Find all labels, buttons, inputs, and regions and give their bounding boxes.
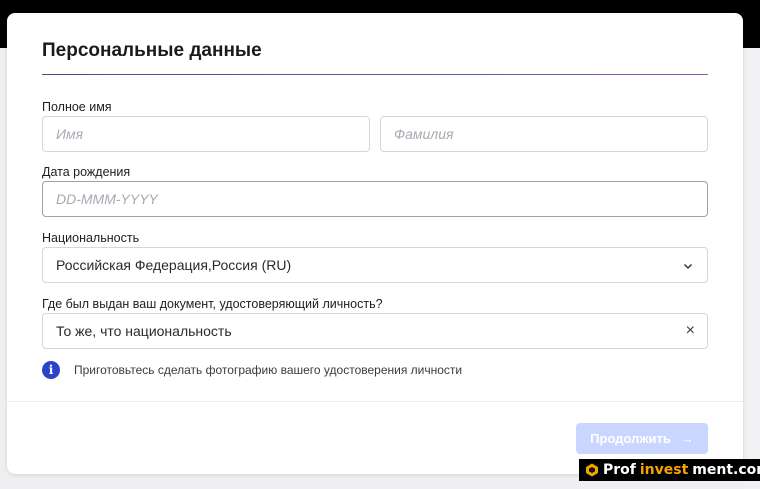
first-name-input[interactable]	[56, 126, 369, 142]
last-name-field[interactable]	[380, 116, 708, 152]
watermark-accent: invest	[639, 462, 689, 478]
footer-divider	[7, 401, 743, 402]
nationality-value: Российская Федерация,Россия (RU)	[56, 257, 292, 273]
full-name-label: Полное имя	[42, 100, 112, 114]
chevron-down-icon[interactable]	[682, 259, 694, 275]
dob-field[interactable]	[42, 181, 708, 217]
watermark-suffix: ment.com	[692, 462, 760, 478]
nationality-label: Национальность	[42, 231, 140, 245]
continue-button[interactable]: Продолжить →	[576, 423, 708, 454]
document-country-value: То же, что национальность	[56, 323, 232, 339]
continue-label: Продолжить	[590, 431, 671, 446]
info-icon: i	[42, 361, 60, 379]
watermark: Profinvestment.com	[579, 459, 760, 481]
modal-title: Персональные данные	[42, 40, 262, 61]
background-strip	[744, 48, 760, 489]
title-divider	[42, 74, 708, 75]
watermark-prefix: Prof	[603, 462, 636, 478]
info-text: Приготовьтесь сделать фотографию вашего …	[74, 363, 463, 377]
info-notice: i Приготовьтесь сделать фотографию вашег…	[42, 361, 462, 379]
document-country-label: Где был выдан ваш документ, удостоверяющ…	[42, 297, 383, 311]
close-icon[interactable]: ×	[686, 322, 695, 340]
dob-input[interactable]	[56, 191, 707, 207]
profinvestment-logo-icon	[586, 463, 598, 477]
personal-data-modal: Персональные данные Полное имя Дата рожд…	[7, 13, 743, 474]
document-country-select[interactable]: То же, что национальность ×	[42, 313, 708, 349]
dob-label: Дата рождения	[42, 165, 131, 179]
nationality-select[interactable]: Российская Федерация,Россия (RU)	[42, 247, 708, 283]
last-name-input[interactable]	[394, 126, 707, 142]
arrow-right-icon: →	[680, 431, 694, 446]
first-name-field[interactable]	[42, 116, 370, 152]
